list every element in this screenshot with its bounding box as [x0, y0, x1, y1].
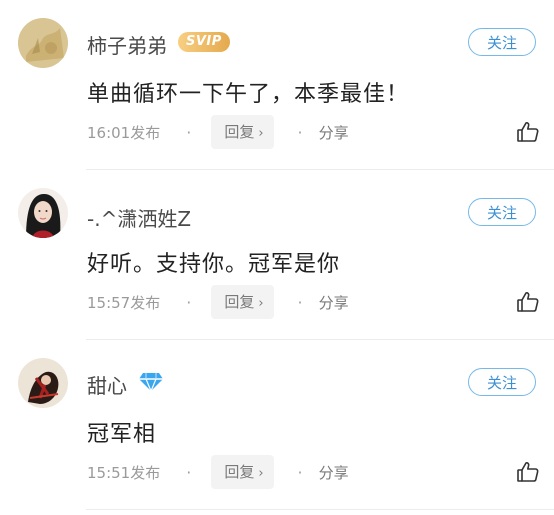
separator-dot: · [186, 292, 192, 312]
separator-dot: · [297, 292, 303, 312]
comment-text: 好听。支持你。冠军是你 [87, 252, 341, 277]
share-button[interactable]: 分享 [319, 122, 349, 143]
reply-button[interactable]: 回复 › [211, 115, 274, 149]
share-button[interactable]: 分享 [319, 462, 349, 483]
chevron-right-icon: › [258, 296, 264, 311]
separator-dot: · [297, 122, 303, 142]
username[interactable]: 甜心 [87, 370, 127, 399]
comment-meta: 15:51发布 · 回复 › · 分享 [87, 455, 349, 489]
username[interactable]: 柿子弟弟 [87, 30, 167, 59]
comment-text: 冠军相 [87, 422, 157, 447]
comment-item: -.^潇洒姓Z 关注 好听。支持你。冠军是你 15:57发布 · 回复 › · 分… [0, 170, 554, 340]
avatar[interactable] [18, 18, 68, 68]
separator-dot: · [297, 462, 303, 482]
comment-item: 柿子弟弟 SVIP 关注 单曲循环一下午了，本季最佳！ 16:01发布 · 回复… [0, 0, 554, 170]
separator-dot: · [186, 122, 192, 142]
post-time: 15:51发布 [87, 463, 161, 482]
svip-badge: SVIP [178, 32, 230, 52]
avatar[interactable] [18, 188, 68, 238]
follow-button[interactable]: 关注 [468, 368, 536, 396]
post-time: 15:57发布 [87, 293, 161, 312]
post-time: 16:01发布 [87, 123, 161, 142]
comment-item: 甜心 关注 冠军相 15:51发布 · 回复 › · 分享 [0, 340, 554, 510]
comment-meta: 16:01发布 · 回复 › · 分享 [87, 115, 349, 149]
divider [86, 509, 554, 510]
reply-button[interactable]: 回复 › [211, 455, 274, 489]
separator-dot: · [186, 462, 192, 482]
thumbs-up-icon[interactable] [516, 120, 540, 144]
reply-button[interactable]: 回复 › [211, 285, 274, 319]
thumbs-up-icon[interactable] [516, 290, 540, 314]
chevron-right-icon: › [258, 126, 264, 141]
avatar[interactable] [18, 358, 68, 408]
follow-button[interactable]: 关注 [468, 28, 536, 56]
reply-label: 回复 [224, 123, 255, 141]
share-button[interactable]: 分享 [319, 292, 349, 313]
chevron-right-icon: › [258, 466, 264, 481]
username[interactable]: -.^潇洒姓Z [87, 203, 191, 232]
follow-button[interactable]: 关注 [468, 198, 536, 226]
comment-meta: 15:57发布 · 回复 › · 分享 [87, 285, 349, 319]
comment-text: 单曲循环一下午了，本季最佳！ [87, 82, 410, 107]
reply-label: 回复 [224, 463, 255, 481]
diamond-icon [138, 372, 164, 396]
reply-label: 回复 [224, 293, 255, 311]
thumbs-up-icon[interactable] [516, 460, 540, 484]
